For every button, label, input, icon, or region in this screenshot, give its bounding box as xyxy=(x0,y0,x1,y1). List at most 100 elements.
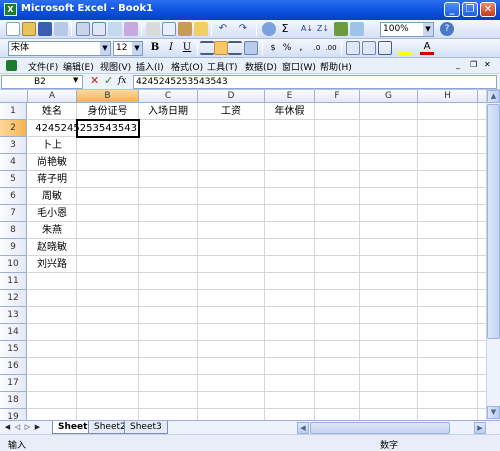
cell-h6[interactable] xyxy=(418,188,478,205)
cut-icon[interactable] xyxy=(146,22,160,36)
doc-close-icon[interactable]: ✕ xyxy=(484,60,491,69)
row-header-10[interactable]: 10 xyxy=(0,256,27,273)
chevron-down-icon[interactable]: ▼ xyxy=(100,42,110,55)
permission-icon[interactable] xyxy=(54,22,68,36)
vertical-scroll-thumb[interactable] xyxy=(487,104,500,339)
cell-h11[interactable] xyxy=(418,273,478,290)
prev-sheet-icon[interactable]: ◁ xyxy=(13,422,22,433)
menu-edit[interactable]: 编辑(E) xyxy=(63,60,94,73)
cell-h10[interactable] xyxy=(418,256,478,273)
cell-f5[interactable] xyxy=(315,171,360,188)
paste-icon[interactable] xyxy=(178,22,192,36)
cell-i8[interactable] xyxy=(478,222,486,239)
borders-icon[interactable] xyxy=(378,41,392,55)
cell-h3[interactable] xyxy=(418,137,478,154)
cell-g7[interactable] xyxy=(360,205,418,222)
horizontal-scrollbar[interactable]: ◀ ▶ xyxy=(297,422,486,434)
cell-g14[interactable] xyxy=(360,324,418,341)
cell-d9[interactable] xyxy=(198,239,265,256)
bold-button[interactable]: B xyxy=(148,41,162,55)
cell-h14[interactable] xyxy=(418,324,478,341)
cell-b19[interactable] xyxy=(77,409,139,420)
cell-a13[interactable] xyxy=(28,307,77,324)
cell-b3[interactable] xyxy=(77,137,139,154)
first-sheet-icon[interactable]: ◀ xyxy=(3,422,12,433)
scroll-right-icon[interactable]: ▶ xyxy=(474,422,486,434)
cell-i19[interactable] xyxy=(478,409,486,420)
select-all-corner[interactable] xyxy=(0,90,28,103)
cell-e18[interactable] xyxy=(265,392,315,409)
scroll-down-icon[interactable]: ▼ xyxy=(487,406,500,419)
cell-f18[interactable] xyxy=(315,392,360,409)
percent-button[interactable]: % xyxy=(280,41,294,55)
cell-a5[interactable]: 蒋子明 xyxy=(28,171,77,188)
cell-b13[interactable] xyxy=(77,307,139,324)
chevron-down-icon[interactable]: ▼ xyxy=(423,23,433,36)
cell-a17[interactable] xyxy=(28,375,77,392)
cell-i7[interactable] xyxy=(478,205,486,222)
cell-g18[interactable] xyxy=(360,392,418,409)
cell-f19[interactable] xyxy=(315,409,360,420)
menu-window[interactable]: 窗口(W) xyxy=(282,60,316,73)
row-header-13[interactable]: 13 xyxy=(0,307,27,324)
cell-f3[interactable] xyxy=(315,137,360,154)
cell-b7[interactable] xyxy=(77,205,139,222)
sort-descending-icon[interactable]: Z↓ xyxy=(316,22,330,36)
new-icon[interactable] xyxy=(6,22,20,36)
row-header-9[interactable]: 9 xyxy=(0,239,27,256)
cell-e9[interactable] xyxy=(265,239,315,256)
menu-data[interactable]: 数据(D) xyxy=(245,60,277,73)
align-left-icon[interactable] xyxy=(200,41,214,55)
cell-d3[interactable] xyxy=(198,137,265,154)
print-icon[interactable] xyxy=(76,22,90,36)
cell-h7[interactable] xyxy=(418,205,478,222)
cell-d19[interactable] xyxy=(198,409,265,420)
print-preview-icon[interactable] xyxy=(92,22,106,36)
comma-button[interactable]: , xyxy=(294,41,308,55)
vertical-scrollbar[interactable]: ▲ ▼ xyxy=(486,90,500,420)
cell-e6[interactable] xyxy=(265,188,315,205)
align-center-icon[interactable] xyxy=(214,41,228,55)
cell-d18[interactable] xyxy=(198,392,265,409)
cell-e13[interactable] xyxy=(265,307,315,324)
cell-g6[interactable] xyxy=(360,188,418,205)
menu-help[interactable]: 帮助(H) xyxy=(320,60,352,73)
cell-a15[interactable] xyxy=(28,341,77,358)
cell-g15[interactable] xyxy=(360,341,418,358)
cell-d15[interactable] xyxy=(198,341,265,358)
cell-g1[interactable] xyxy=(360,103,418,120)
row-header-3[interactable]: 3 xyxy=(0,137,27,154)
cell-c2[interactable] xyxy=(139,120,198,137)
cell-c7[interactable] xyxy=(139,205,198,222)
cell-a10[interactable]: 刘兴路 xyxy=(28,256,77,273)
cell-d8[interactable] xyxy=(198,222,265,239)
underline-button[interactable]: U xyxy=(180,41,194,55)
zoom-select[interactable]: 100% ▼ xyxy=(380,22,434,37)
column-header-b[interactable]: B xyxy=(77,90,139,103)
menu-insert[interactable]: 插入(I) xyxy=(136,60,164,73)
cell-h19[interactable] xyxy=(418,409,478,420)
cell-c15[interactable] xyxy=(139,341,198,358)
cell-e3[interactable] xyxy=(265,137,315,154)
cell-d11[interactable] xyxy=(198,273,265,290)
hyperlink-icon[interactable] xyxy=(262,22,276,36)
cell-b14[interactable] xyxy=(77,324,139,341)
row-header-6[interactable]: 6 xyxy=(0,188,27,205)
cell-a14[interactable] xyxy=(28,324,77,341)
cell-c13[interactable] xyxy=(139,307,198,324)
cell-d5[interactable] xyxy=(198,171,265,188)
research-icon[interactable] xyxy=(124,22,138,36)
cell-g5[interactable] xyxy=(360,171,418,188)
cell-c18[interactable] xyxy=(139,392,198,409)
cell-f1[interactable] xyxy=(315,103,360,120)
row-header-8[interactable]: 8 xyxy=(0,222,27,239)
drawing-icon[interactable] xyxy=(350,22,364,36)
cell-b17[interactable] xyxy=(77,375,139,392)
cell-b1[interactable]: 身份证号 xyxy=(77,103,139,120)
row-header-4[interactable]: 4 xyxy=(0,154,27,171)
fill-color-icon[interactable] xyxy=(398,41,412,55)
column-header-f[interactable]: F xyxy=(315,90,360,103)
cell-h8[interactable] xyxy=(418,222,478,239)
last-sheet-icon[interactable]: ▶ xyxy=(33,422,42,433)
format-painter-icon[interactable] xyxy=(194,22,208,36)
